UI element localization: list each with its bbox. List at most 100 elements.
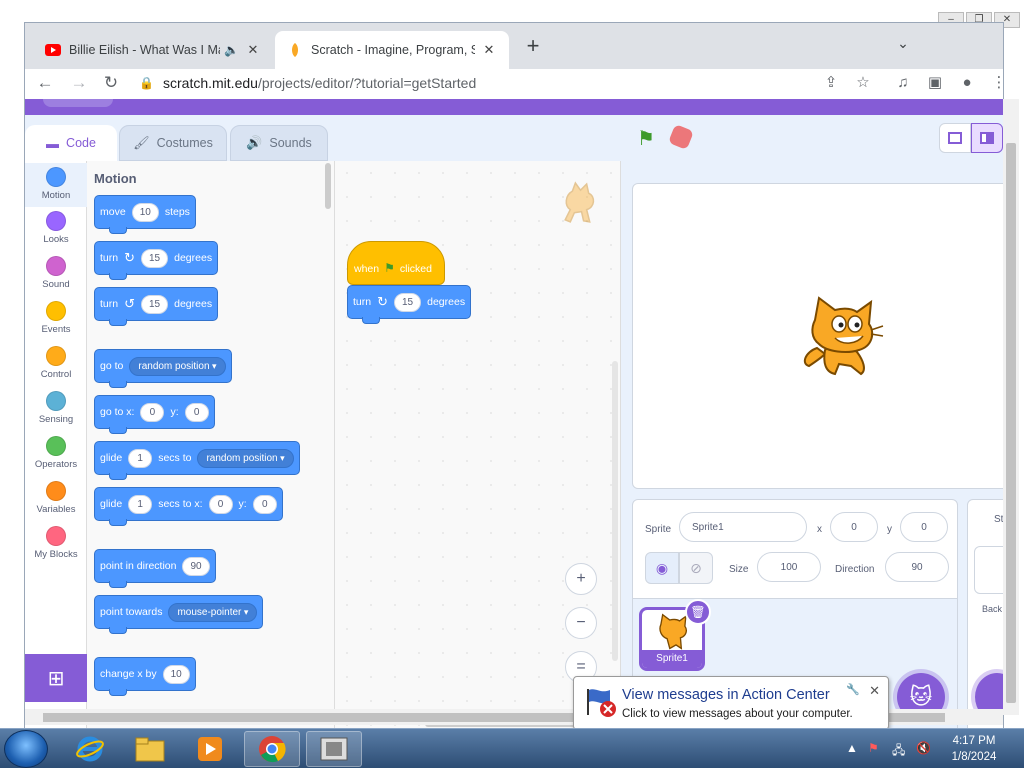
- category-motion[interactable]: Motion: [25, 163, 87, 207]
- block-glide-xy[interactable]: glide 1 secs to x: 0 y: 0: [94, 487, 283, 526]
- zoom-in-button[interactable]: +: [565, 563, 597, 595]
- block-dropdown[interactable]: random position: [197, 448, 294, 468]
- block-move-steps[interactable]: move 10 steps: [94, 195, 196, 234]
- script-area[interactable]: when ⚑ clicked turn ↻ 15 degrees + − =: [335, 161, 621, 729]
- block-input[interactable]: 10: [131, 202, 159, 222]
- chevron-down-icon[interactable]: ⌄: [891, 35, 915, 59]
- speaker-icon[interactable]: 🔈: [224, 43, 239, 57]
- media-queue-icon[interactable]: ♫: [891, 71, 915, 95]
- x-input[interactable]: 0: [830, 512, 878, 542]
- close-icon[interactable]: ✕: [869, 683, 880, 699]
- block-point-towards[interactable]: point towards mouse-pointer: [94, 595, 264, 634]
- hide-sprite-eye-icon[interactable]: ⊘: [679, 552, 713, 584]
- profile-icon[interactable]: ●: [955, 71, 979, 95]
- wrench-icon[interactable]: 🔧: [846, 683, 860, 696]
- zoom-out-button[interactable]: −: [565, 607, 597, 639]
- action-center-notification[interactable]: View messages in Action Center Click to …: [573, 676, 889, 730]
- sprite-name-input[interactable]: Sprite1: [679, 512, 807, 542]
- stage-thumbnail[interactable]: [974, 546, 1003, 594]
- media-player-icon[interactable]: [182, 731, 238, 767]
- block-input[interactable]: 0: [184, 402, 209, 422]
- tab-code[interactable]: ▬ Code: [25, 125, 117, 161]
- share-icon[interactable]: ⇪: [819, 71, 843, 95]
- block-input[interactable]: 1: [128, 494, 153, 514]
- page-vscroll-thumb[interactable]: [1006, 143, 1016, 703]
- block-text: degrees: [427, 296, 466, 308]
- block-change-x[interactable]: change x by 10: [94, 657, 196, 696]
- scratch-logo[interactable]: [43, 99, 113, 107]
- lock-icon[interactable]: 🔒: [139, 76, 154, 90]
- y-input[interactable]: 0: [900, 512, 948, 542]
- remote-app-icon[interactable]: [306, 731, 362, 767]
- block-input[interactable]: 15: [141, 294, 169, 314]
- back-icon[interactable]: ←: [33, 71, 57, 95]
- block-input[interactable]: 0: [252, 494, 277, 514]
- action-center-icon[interactable]: ⚑: [868, 741, 879, 755]
- category-my-blocks[interactable]: My Blocks: [25, 526, 87, 560]
- block-input[interactable]: 90: [182, 556, 210, 576]
- script-vscrollbar[interactable]: [612, 361, 618, 661]
- show-hidden-icons-icon[interactable]: ▲: [846, 741, 858, 755]
- tab-scratch[interactable]: Scratch - Imagine, Program, Share ✕: [275, 31, 509, 69]
- direction-input[interactable]: 90: [885, 552, 949, 582]
- address-bar[interactable]: 🔒 scratch.mit.edu/projects/editor/?tutor…: [139, 69, 739, 97]
- file-explorer-icon[interactable]: [122, 731, 178, 767]
- green-flag-icon[interactable]: ⚑: [637, 126, 655, 151]
- network-icon[interactable]: 🖧: [892, 741, 905, 762]
- close-tab-icon[interactable]: ✕: [481, 42, 497, 58]
- category-operators[interactable]: Operators: [25, 436, 87, 470]
- trash-icon[interactable]: 🗑: [685, 599, 711, 625]
- rotate-right-icon: ↻: [377, 294, 388, 309]
- tab-costumes[interactable]: 🖌 Costumes: [119, 125, 227, 161]
- clock-time: 4:17 PM: [952, 735, 996, 747]
- clock[interactable]: 4:17 PM 1/8/2024: [944, 733, 1004, 765]
- category-looks[interactable]: Looks: [25, 211, 87, 245]
- side-panel-icon[interactable]: ▣: [923, 71, 947, 95]
- block-dropdown[interactable]: random position: [129, 356, 226, 376]
- new-tab-button[interactable]: +: [519, 33, 547, 61]
- block-input[interactable]: 1: [128, 448, 153, 468]
- category-variables[interactable]: Variables: [25, 481, 87, 515]
- block-turn-left[interactable]: turn ↺ 15 degrees: [94, 287, 219, 326]
- block-turn-right[interactable]: turn ↻ 15 degrees: [94, 241, 219, 280]
- stop-icon[interactable]: [667, 123, 695, 151]
- small-stage-button[interactable]: [939, 123, 971, 153]
- block-go-to-xy[interactable]: go to x: 0 y: 0: [94, 395, 215, 434]
- block-glide-to[interactable]: glide 1 secs to random position: [94, 441, 300, 480]
- internet-explorer-icon[interactable]: [62, 731, 118, 767]
- block-input[interactable]: 15: [394, 292, 422, 312]
- chrome-icon[interactable]: [244, 731, 300, 767]
- show-sprite-eye-icon[interactable]: ◉: [645, 552, 679, 584]
- block-when-flag-clicked[interactable]: when ⚑ clicked: [347, 241, 445, 285]
- category-sensing[interactable]: Sensing: [25, 391, 87, 425]
- block-turn-right[interactable]: turn ↻ 15 degrees: [347, 285, 472, 324]
- stage[interactable]: [632, 183, 1003, 489]
- block-input[interactable]: 15: [141, 248, 169, 268]
- start-button[interactable]: [4, 730, 48, 768]
- block-go-to[interactable]: go to random position: [94, 349, 232, 388]
- category-sound[interactable]: Sound: [25, 256, 87, 290]
- add-extension-button[interactable]: ⊞: [25, 654, 87, 702]
- large-stage-button[interactable]: [971, 123, 1003, 153]
- reload-icon[interactable]: ↻: [99, 71, 123, 95]
- close-tab-icon[interactable]: ✕: [245, 42, 261, 58]
- menu-icon[interactable]: ⋮: [987, 71, 1011, 95]
- large-stage-icon: [980, 132, 994, 144]
- tab-youtube[interactable]: Billie Eilish - What Was I Made For? 🔈 ✕: [33, 31, 273, 69]
- block-input[interactable]: 10: [162, 664, 190, 684]
- size-input[interactable]: 100: [757, 552, 821, 582]
- tab-sounds[interactable]: 🔊 Sounds: [230, 125, 328, 161]
- block-dropdown[interactable]: mouse-pointer: [168, 602, 258, 622]
- volume-icon[interactable]: 🔇: [916, 741, 931, 755]
- rotate-left-icon: ↺: [124, 296, 135, 311]
- block-input[interactable]: 0: [140, 402, 165, 422]
- cat-sprite[interactable]: [795, 292, 885, 382]
- forward-icon[interactable]: →: [67, 71, 91, 95]
- star-icon[interactable]: ☆: [851, 71, 875, 95]
- direction-label: Direction: [835, 564, 875, 575]
- block-point-direction[interactable]: point in direction 90: [94, 549, 216, 588]
- category-control[interactable]: Control: [25, 346, 87, 380]
- category-events[interactable]: Events: [25, 301, 87, 335]
- block-input[interactable]: 0: [208, 494, 233, 514]
- palette-scrollbar[interactable]: [325, 163, 331, 209]
